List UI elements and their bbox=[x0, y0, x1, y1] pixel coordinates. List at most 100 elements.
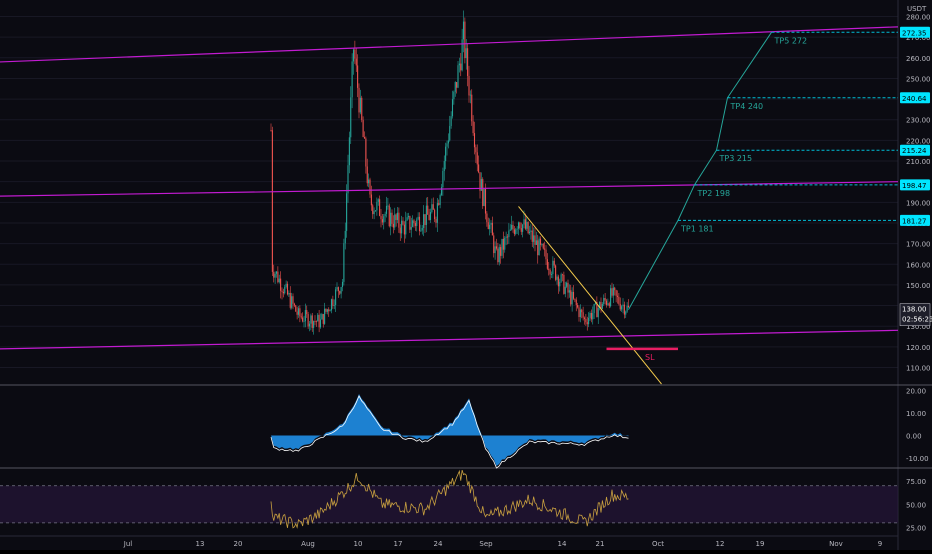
time-tick-label: 10 bbox=[354, 540, 363, 548]
candle-body bbox=[343, 243, 345, 282]
candle-body bbox=[434, 209, 436, 220]
candle-body bbox=[605, 300, 608, 305]
time-tick-label: Oct bbox=[652, 540, 664, 548]
candle-body bbox=[324, 308, 326, 324]
candle-body bbox=[425, 205, 427, 225]
candle-body bbox=[277, 271, 279, 283]
time-tick-label: 14 bbox=[558, 540, 567, 548]
candle-body bbox=[568, 290, 570, 293]
candle-body bbox=[421, 227, 423, 231]
price-badge-text: 272.35 bbox=[902, 29, 927, 37]
candle-body bbox=[319, 319, 322, 328]
candle-body bbox=[361, 97, 363, 120]
target-label: TP3 215 bbox=[719, 154, 753, 163]
price-tick-label: 280.00 bbox=[906, 14, 931, 22]
candle-body bbox=[390, 212, 392, 227]
candle-body bbox=[476, 152, 478, 165]
price-badge-text: 198.47 bbox=[902, 182, 927, 190]
price-tick-label: 120.00 bbox=[906, 344, 931, 352]
candle-body bbox=[614, 287, 616, 291]
price-chart[interactable]: 110.00120.00130.00140.00150.00160.00170.… bbox=[0, 0, 932, 550]
candle-body bbox=[549, 269, 551, 275]
candle-body bbox=[439, 195, 441, 205]
candle-body bbox=[369, 179, 371, 195]
candle-body bbox=[567, 282, 569, 293]
candle-body bbox=[322, 314, 324, 324]
candle-body bbox=[582, 312, 584, 318]
time-tick-label: 9 bbox=[878, 540, 882, 548]
candle-body bbox=[286, 283, 289, 295]
candle-body bbox=[398, 212, 400, 228]
candle-body bbox=[471, 94, 473, 122]
candle-body bbox=[332, 299, 334, 306]
candle-body bbox=[385, 205, 388, 214]
candle-body bbox=[480, 179, 482, 191]
candle-body bbox=[432, 204, 434, 210]
time-tick-label: Nov bbox=[829, 540, 843, 548]
candle-body bbox=[538, 238, 540, 256]
price-badge-text: 215.24 bbox=[902, 147, 927, 155]
candle-body bbox=[300, 316, 302, 318]
candle-body bbox=[553, 260, 555, 266]
candle-body bbox=[405, 220, 407, 235]
candle-body bbox=[315, 321, 317, 323]
price-tick-label: 160.00 bbox=[906, 261, 931, 269]
candle-body bbox=[546, 259, 548, 269]
target-label: TP1 181 bbox=[680, 224, 714, 233]
candle-body bbox=[467, 48, 469, 76]
price-tick-label: 170.00 bbox=[906, 241, 931, 249]
rsi-tick-label: 50.00 bbox=[906, 501, 926, 509]
candle-body bbox=[545, 249, 547, 260]
time-tick-label: Aug bbox=[301, 540, 315, 548]
candle-body bbox=[420, 230, 422, 232]
candle-body bbox=[611, 288, 613, 296]
candle-body bbox=[490, 222, 492, 225]
candle-body bbox=[531, 230, 533, 242]
candle-body bbox=[468, 75, 470, 96]
candle-body bbox=[346, 193, 348, 231]
candle-body bbox=[616, 295, 619, 297]
candle-body bbox=[303, 321, 305, 323]
candle-body bbox=[512, 224, 514, 230]
candle-body bbox=[486, 213, 488, 223]
candle-body bbox=[289, 292, 291, 308]
price-tick-label: 250.00 bbox=[906, 75, 931, 83]
candle-body bbox=[370, 194, 372, 206]
candle-body bbox=[597, 308, 599, 318]
candle-body bbox=[280, 278, 282, 291]
candle-body bbox=[560, 274, 562, 282]
candle-body bbox=[588, 317, 590, 325]
candle-body bbox=[443, 161, 445, 172]
candle-body bbox=[593, 303, 595, 314]
candle-body bbox=[570, 290, 572, 305]
candle-body bbox=[326, 309, 328, 312]
candle-body bbox=[607, 303, 609, 305]
candle-body bbox=[311, 315, 313, 328]
candle-body bbox=[292, 296, 294, 304]
candle-body bbox=[284, 286, 286, 294]
candle-body bbox=[438, 203, 440, 205]
candle-body bbox=[429, 212, 432, 220]
candle-body bbox=[534, 235, 536, 245]
candle-body bbox=[329, 310, 331, 312]
candle-body bbox=[347, 165, 349, 194]
candle-body bbox=[317, 314, 319, 322]
candle-body bbox=[530, 230, 532, 232]
candle-body bbox=[282, 291, 284, 294]
candle-body bbox=[484, 188, 487, 214]
candle-body bbox=[557, 276, 559, 287]
candle-body bbox=[275, 271, 278, 274]
candle-body bbox=[450, 116, 452, 127]
candle-body bbox=[304, 310, 306, 322]
candle-body bbox=[436, 203, 438, 223]
price-badge-text: 240.64 bbox=[902, 95, 927, 103]
time-tick-label: 20 bbox=[234, 540, 243, 548]
candle-body bbox=[618, 296, 620, 304]
rsi-tick-label: 75.00 bbox=[906, 478, 926, 486]
candle-body bbox=[293, 303, 295, 306]
candle-body bbox=[296, 311, 298, 315]
macd-tick-label: -10.00 bbox=[906, 455, 929, 463]
candle-body bbox=[337, 287, 339, 292]
candle-body bbox=[601, 304, 603, 309]
candle-body bbox=[566, 282, 568, 287]
